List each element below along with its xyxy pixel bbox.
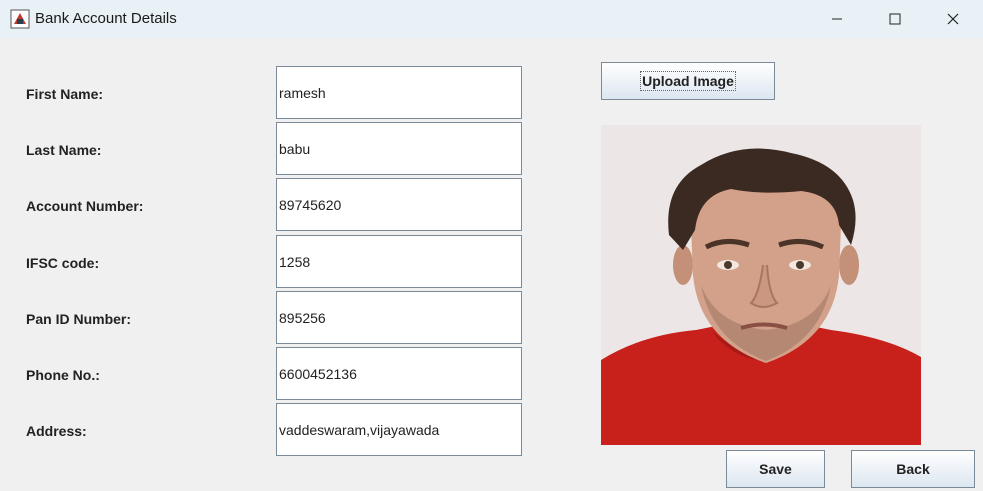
pan-id-field[interactable]: 895256 [276,291,522,344]
address-label: Address: [26,423,87,439]
phone-number-field[interactable]: 6600452136 [276,347,522,400]
profile-photo [601,125,921,445]
pan-id-label: Pan ID Number: [26,311,132,327]
last-name-field[interactable]: babu [276,122,522,175]
window-title: Bank Account Details [35,10,177,27]
maximize-icon [889,13,901,25]
ifsc-code-label: IFSC code: [26,255,100,271]
account-number-field[interactable]: 89745620 [276,178,522,231]
minimize-icon [832,18,842,20]
maximize-button[interactable] [866,0,924,38]
back-button[interactable]: Back [851,450,975,488]
title-bar: Bank Account Details [0,0,983,38]
phone-number-label: Phone No.: [26,367,100,383]
upload-image-button[interactable]: Upload Image [601,62,775,100]
first-name-label: First Name: [26,86,104,102]
close-button[interactable] [924,0,982,38]
close-icon [947,13,959,25]
address-field[interactable]: vaddeswaram,vijayawada [276,403,522,456]
person-portrait-image [601,125,921,445]
upload-image-label: Upload Image [640,71,736,91]
java-app-icon [10,9,30,29]
account-number-label: Account Number: [26,198,144,214]
first-name-field[interactable]: ramesh [276,66,522,119]
save-button[interactable]: Save [726,450,825,488]
minimize-button[interactable] [808,0,866,38]
last-name-label: Last Name: [26,142,102,158]
ifsc-code-field[interactable]: 1258 [276,235,522,288]
